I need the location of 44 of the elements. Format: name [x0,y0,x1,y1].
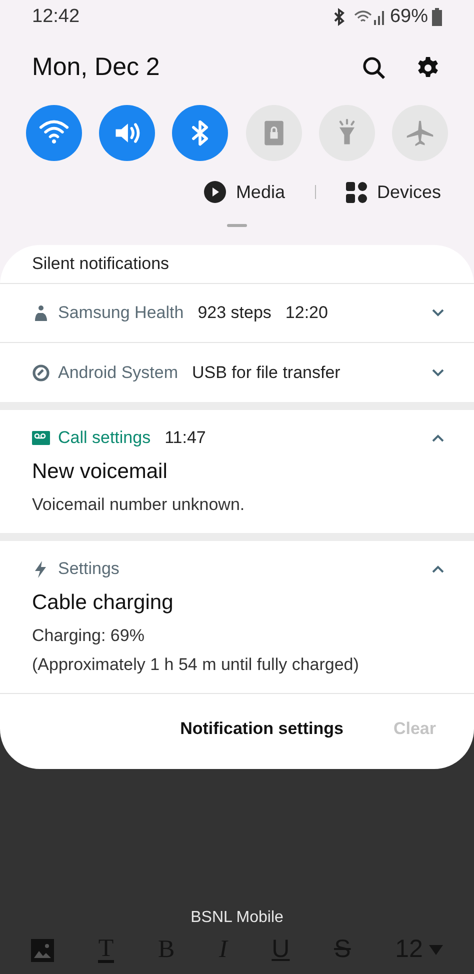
notification-settings-button[interactable]: Notification settings [180,716,344,742]
section-header: Silent notifications [0,245,474,284]
notification-body: (Approximately 1 h 54 m until fully charged) [32,654,360,676]
wifi-signal-icon [354,8,384,26]
image-icon [31,938,54,962]
notification-body: Charging: 69% [32,625,146,647]
play-icon [204,181,226,203]
date: Mon, Dec 2 [32,52,161,84]
voicemail-icon [32,429,50,447]
insert-image-button[interactable] [31,938,54,962]
app-name: Settings [58,558,120,580]
caret-icon [428,945,443,955]
airplane-icon [404,118,435,148]
search-icon [362,56,386,80]
expand-button[interactable] [432,309,444,317]
clock: 12:42 [32,4,80,29]
notification-time: 11:47 [164,427,206,450]
app-name: Samsung Health [58,302,184,324]
drag-handle[interactable] [227,224,247,227]
notification-title: Cable charging [32,590,174,616]
person-icon [32,304,50,322]
collapse-button[interactable] [432,565,444,573]
expand-button[interactable] [432,368,444,376]
battery-percent: 69% [390,4,428,29]
collapse-button[interactable] [432,434,444,442]
bluetooth-icon [332,8,346,26]
app-name: Android System [58,362,178,384]
notification-title: New voicemail [32,459,168,485]
notification-body: Voicemail number unknown. [32,494,246,516]
battery-icon [432,8,442,26]
expand-icon [432,309,444,317]
notification-text: USB for file transfer [192,362,340,384]
devices-button[interactable]: Devices [346,178,441,206]
notification-time: 12:20 [285,302,328,324]
collapse-icon [432,434,444,442]
devices-icon [346,182,367,202]
expand-icon [432,368,444,376]
settings-icon [416,56,440,80]
collapse-icon [432,565,444,573]
app-name: Call settings [58,427,151,450]
circle-icon [32,364,50,382]
carrier-name: BSNL Mobile [190,908,284,928]
notification-text: 923 steps [198,302,272,324]
media-button[interactable]: Media [204,178,285,206]
